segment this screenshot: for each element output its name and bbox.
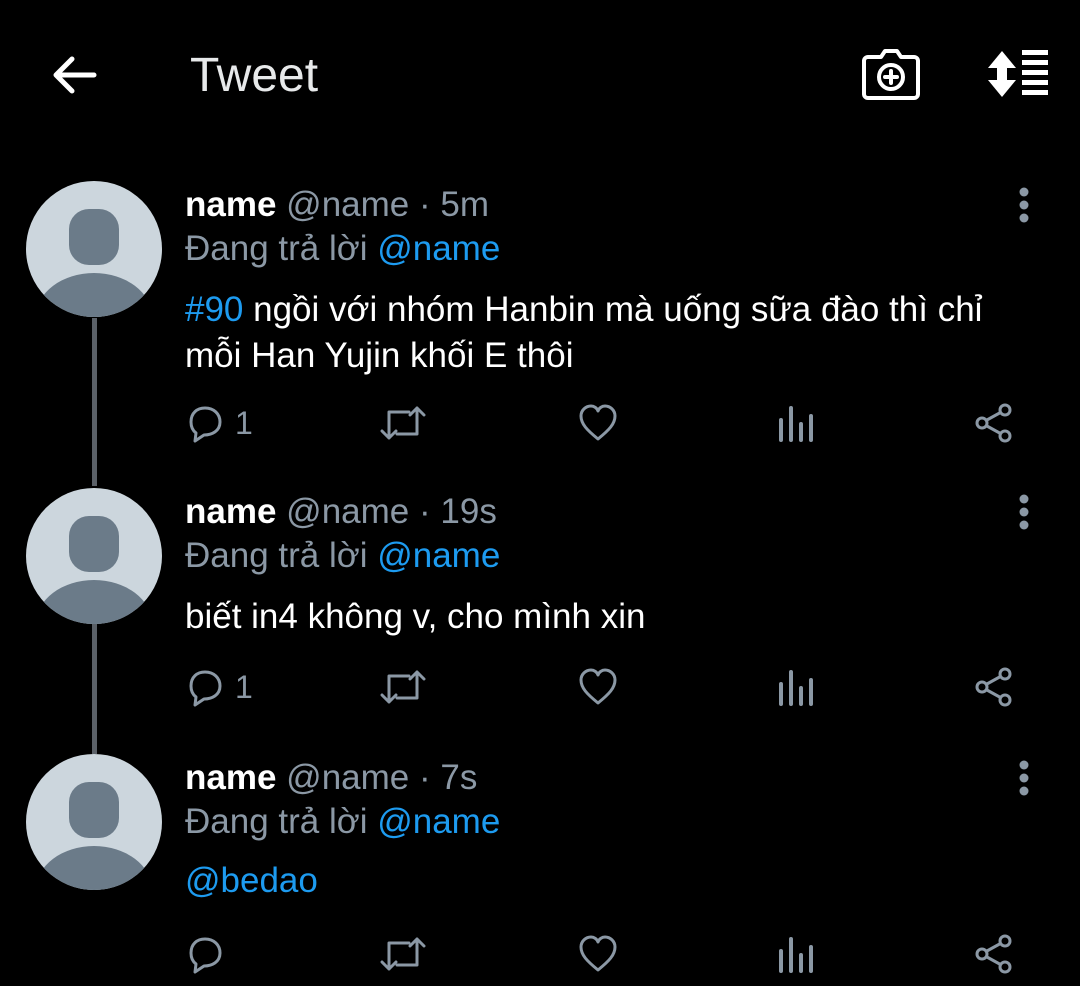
replying-to: Đang trả lời @name — [185, 534, 1020, 578]
separator-dot: · — [419, 185, 431, 224]
tweet-meta: name @name · 5m — [185, 183, 1020, 227]
more-vertical-icon — [1019, 187, 1029, 223]
camera-button[interactable] — [858, 44, 924, 104]
arrow-left-icon — [53, 56, 97, 94]
tweet-meta: name @name · 19s — [185, 490, 1020, 534]
stats-icon — [779, 937, 813, 973]
retweet-icon — [380, 406, 426, 440]
reply-button[interactable]: 1 — [183, 398, 253, 448]
avatar[interactable] — [26, 754, 162, 890]
back-button[interactable] — [44, 45, 104, 105]
tweet-body: biết in4 không v, cho mình xin — [185, 597, 646, 636]
default-avatar-icon — [36, 209, 152, 317]
top-app-bar: Tweet — [0, 0, 1080, 150]
share-icon — [975, 934, 1012, 974]
more-vertical-icon — [1019, 760, 1029, 796]
retweet-button[interactable] — [379, 398, 427, 448]
tweet-actions: 1 — [183, 662, 1043, 712]
timestamp: 19s — [440, 492, 497, 531]
user-handle: @name — [286, 185, 410, 224]
tweet-body: ngồi với nhóm Hanbin mà uống sữa đào thì… — [185, 290, 983, 375]
heart-icon — [579, 404, 617, 441]
like-button[interactable] — [577, 929, 619, 979]
tweet-actions — [183, 929, 1043, 979]
retweet-icon — [380, 670, 426, 704]
replying-to-label: Đang trả lời — [185, 536, 368, 575]
separator-dot: · — [419, 492, 431, 531]
share-button[interactable] — [973, 398, 1015, 448]
retweet-button[interactable] — [379, 929, 427, 979]
reply-count: 1 — [235, 668, 253, 705]
like-button[interactable] — [577, 398, 619, 448]
replying-to-label: Đang trả lời — [185, 802, 368, 841]
replying-to-mention[interactable]: @name — [377, 536, 500, 575]
replying-to-label: Đang trả lời — [185, 229, 368, 268]
mention-link[interactable]: @bedao — [185, 861, 318, 900]
sort-icon — [988, 50, 1048, 97]
reply-count: 1 — [235, 404, 253, 441]
tweet-text: #90 ngồi với nhóm Hanbin mà uống sữa đào… — [185, 287, 1020, 379]
retweet-button[interactable] — [379, 662, 427, 712]
stats-icon — [779, 670, 813, 706]
heart-icon — [579, 668, 617, 705]
share-icon — [975, 403, 1012, 443]
timestamp: 5m — [440, 185, 490, 224]
replying-to: Đang trả lời @name — [185, 800, 1020, 844]
more-vertical-icon — [1019, 494, 1029, 530]
share-button[interactable] — [973, 662, 1015, 712]
reply-icon — [189, 670, 222, 707]
avatar[interactable] — [26, 181, 162, 317]
more-options-button[interactable] — [1004, 490, 1044, 534]
more-options-button[interactable] — [1004, 756, 1044, 800]
replying-to-mention[interactable]: @name — [377, 229, 500, 268]
default-avatar-icon — [36, 516, 152, 624]
retweet-icon — [380, 937, 426, 971]
display-name[interactable]: name — [185, 185, 276, 224]
replying-to-mention[interactable]: @name — [377, 802, 500, 841]
camera-plus-icon — [862, 49, 920, 100]
like-button[interactable] — [577, 662, 619, 712]
thread-connector — [92, 624, 97, 754]
more-options-button[interactable] — [1004, 183, 1044, 227]
user-handle: @name — [286, 758, 410, 797]
timestamp: 7s — [440, 758, 478, 797]
tweet-actions: 1 — [183, 398, 1043, 448]
heart-icon — [579, 935, 617, 972]
display-name[interactable]: name — [185, 492, 276, 531]
sort-button[interactable] — [980, 44, 1054, 104]
page-title: Tweet — [190, 49, 319, 102]
stats-button[interactable] — [775, 929, 817, 979]
reply-button[interactable] — [183, 929, 235, 979]
thread-connector — [92, 318, 97, 486]
tweet-meta: name @name · 7s — [185, 756, 1020, 800]
default-avatar-icon — [36, 782, 152, 890]
replying-to: Đang trả lời @name — [185, 227, 1020, 271]
reply-button[interactable]: 1 — [183, 662, 253, 712]
reply-icon — [189, 406, 222, 443]
stats-icon — [779, 406, 813, 442]
separator-dot: · — [419, 758, 431, 797]
tweet-text: biết in4 không v, cho mình xin — [185, 594, 1020, 640]
user-handle: @name — [286, 492, 410, 531]
display-name[interactable]: name — [185, 758, 276, 797]
stats-button[interactable] — [775, 398, 817, 448]
stats-button[interactable] — [775, 662, 817, 712]
hashtag-link[interactable]: #90 — [185, 290, 243, 329]
tweet-text: @bedao — [185, 858, 1020, 904]
share-button[interactable] — [973, 929, 1015, 979]
share-icon — [975, 667, 1012, 707]
reply-icon — [189, 937, 222, 974]
avatar[interactable] — [26, 488, 162, 624]
